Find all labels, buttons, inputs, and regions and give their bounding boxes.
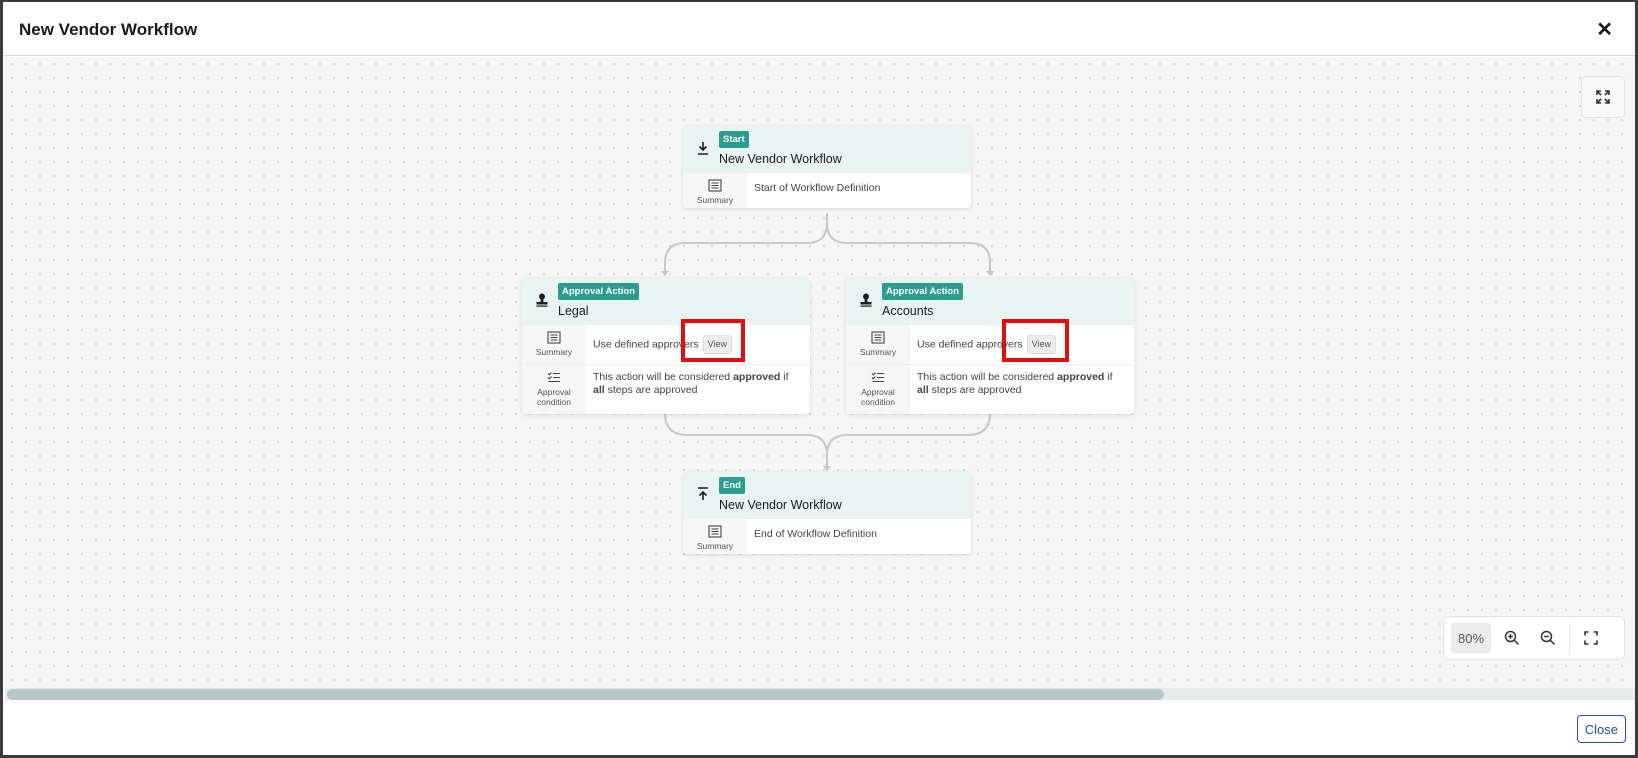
connector-start-accounts (826, 213, 991, 274)
upload-icon (698, 487, 708, 500)
checklist-icon (871, 372, 884, 383)
zoom-out-icon (1540, 630, 1556, 646)
node-end[interactable]: End New Vendor Workflow Summary End of W… (683, 472, 971, 554)
checklist-icon (547, 372, 560, 383)
close-button[interactable]: Close (1576, 715, 1626, 743)
summary-row: Summary Use defined approvers View (846, 324, 1134, 364)
condition-text: This action will be considered approved … (910, 365, 1134, 414)
summary-label: Summary (696, 541, 734, 551)
node-badge: Approval Action (882, 283, 964, 300)
node-badge: Approval Action (558, 283, 640, 300)
scrollbar-thumb[interactable] (7, 689, 1164, 700)
node-start[interactable]: Start New Vendor Workflow Summary Start … (683, 126, 971, 208)
node-accounts-header: Approval Action Accounts (846, 278, 1134, 324)
node-start-header: Start New Vendor Workflow (683, 126, 971, 172)
stamp-icon (860, 293, 872, 307)
horizontal-scrollbar[interactable] (5, 688, 1635, 700)
zoom-in-button[interactable] (1494, 623, 1530, 653)
summary-list-icon (547, 331, 561, 344)
summary-text: Start of Workflow Definition (754, 182, 881, 194)
summary-label: Summary (859, 347, 897, 357)
zoom-level: 80% (1451, 623, 1491, 653)
node-badge: Start (719, 131, 749, 148)
summary-list-icon (708, 525, 722, 538)
summary-cell: Summary (683, 173, 747, 208)
summary-text: End of Workflow Definition (754, 528, 877, 540)
fit-view-icon (1596, 90, 1610, 104)
zoom-in-icon (1504, 630, 1520, 646)
summary-row: Summary Use defined approvers View (522, 324, 810, 364)
workflow-canvas[interactable]: Start New Vendor Workflow Summary Start … (5, 57, 1635, 688)
condition-text-part: This action will be considered (917, 371, 1058, 383)
zoom-separator (1569, 623, 1570, 653)
stamp-icon (536, 293, 548, 307)
condition-approved: approved (733, 371, 781, 383)
condition-cell: Approval condition (846, 365, 910, 414)
condition-all: all (593, 384, 605, 396)
condition-text-part: steps are approved (604, 384, 698, 396)
node-title: Legal (558, 304, 589, 318)
node-title: Accounts (882, 304, 934, 318)
zoom-controls: 80% (1443, 616, 1625, 660)
summary-cell: Summary (683, 519, 747, 554)
node-accounts[interactable]: Approval Action Accounts Summary Use def… (846, 278, 1134, 414)
fit-view-button[interactable] (1581, 76, 1625, 118)
close-icon[interactable]: ✕ (1596, 17, 1613, 42)
fullscreen-icon (1584, 631, 1598, 645)
node-end-header: End New Vendor Workflow (683, 472, 971, 518)
node-title: New Vendor Workflow (719, 152, 842, 166)
summary-cell: Summary (846, 325, 910, 364)
highlight-box-accounts-view (1002, 319, 1069, 362)
summary-label: Summary (696, 195, 734, 205)
zoom-out-button[interactable] (1530, 623, 1566, 653)
summary-row: Summary End of Workflow Definition (683, 518, 971, 554)
condition-cell: Approval condition (522, 365, 586, 414)
summary-cell: Summary (522, 325, 586, 364)
condition-label: Approval condition (860, 387, 896, 407)
node-legal-header: Approval Action Legal (522, 278, 810, 324)
arrowhead-legal (661, 271, 669, 276)
condition-label: Approval condition (536, 387, 572, 407)
arrowhead-end (823, 466, 831, 471)
condition-row: Approval condition This action will be c… (846, 364, 1134, 414)
summary-label: Summary (535, 347, 573, 357)
condition-text-part: if (1104, 371, 1113, 383)
condition-text-part: steps are approved (928, 384, 1022, 396)
condition-approved: approved (1057, 371, 1105, 383)
arrowhead-accounts (986, 271, 994, 276)
fullscreen-button[interactable] (1573, 623, 1609, 653)
modal-title: New Vendor Workflow (19, 20, 198, 39)
condition-row: Approval condition This action will be c… (522, 364, 810, 414)
summary-list-icon (871, 331, 885, 344)
condition-text: This action will be considered approved … (586, 365, 810, 414)
node-title: New Vendor Workflow (719, 498, 842, 512)
download-icon (698, 142, 708, 155)
summary-list-icon (708, 179, 722, 192)
workflow-modal: New Vendor Workflow ✕ Start New Vendor W… (0, 0, 1638, 758)
node-legal[interactable]: Approval Action Legal Summary Use define… (522, 278, 810, 414)
node-badge: End (719, 477, 745, 494)
modal-header: New Vendor Workflow ✕ (3, 2, 1635, 56)
condition-text-part: This action will be considered (593, 371, 734, 383)
condition-all: all (917, 384, 929, 396)
highlight-box-legal-view (681, 319, 745, 362)
condition-text-part: if (780, 371, 789, 383)
connector-start-legal (664, 213, 828, 274)
summary-row: Summary Start of Workflow Definition (683, 172, 971, 208)
